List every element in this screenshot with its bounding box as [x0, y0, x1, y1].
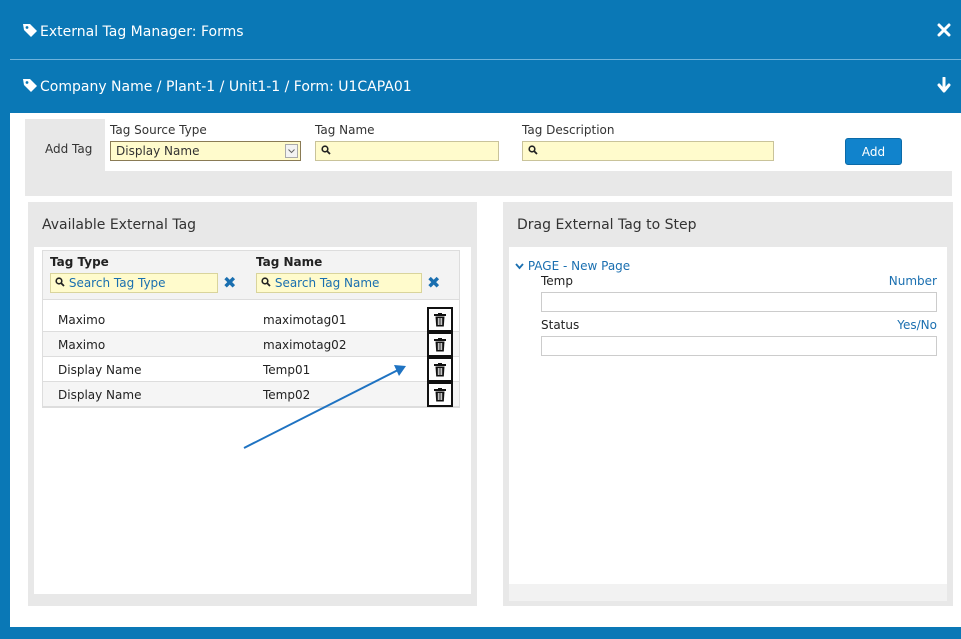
window-title: External Tag Manager: Forms — [40, 24, 244, 40]
step-type: Yes/No — [897, 318, 937, 332]
add-tag-row: Add Tag Tag Source Type Display Name Tag… — [25, 119, 952, 196]
available-tags-table: Tag Type Tag Name Search Tag Type ✖ Sear… — [42, 250, 460, 408]
source-type-label: Tag Source Type — [110, 123, 207, 137]
add-tag-form: Tag Source Type Display Name Tag Name Ta… — [105, 119, 952, 171]
available-tags-panel: Available External Tag Tag Type Tag Name… — [28, 202, 477, 606]
clear-filter-icon[interactable]: ✖ — [223, 273, 236, 292]
search-icon — [321, 144, 331, 158]
footer-bar — [10, 627, 961, 639]
tag-name-filter-placeholder: Search Tag Name — [274, 276, 380, 290]
tag-type-cell: Display Name — [58, 388, 142, 402]
tag-icon — [22, 22, 38, 42]
tag-type-cell: Display Name — [58, 363, 142, 377]
step-name: Temp — [541, 274, 573, 288]
breadcrumb-bar: Company Name / Plant-1 / Unit1-1 / Form:… — [10, 61, 961, 113]
step-name: Status — [541, 318, 580, 332]
source-type-value: Display Name — [116, 144, 200, 158]
step-drop-zone[interactable] — [541, 292, 937, 312]
table-row[interactable]: Display Name Temp02 — [43, 382, 459, 407]
tag-type-cell: Maximo — [58, 313, 106, 327]
tag-type-filter-placeholder: Search Tag Type — [68, 276, 166, 290]
search-icon — [261, 276, 271, 290]
clear-filter-icon[interactable]: ✖ — [427, 273, 440, 292]
add-button[interactable]: Add — [845, 138, 902, 165]
source-type-select[interactable]: Display Name — [110, 141, 301, 161]
table-row[interactable]: Maximo maximotag01 — [43, 307, 459, 332]
tag-name-cell: maximotag01 — [263, 313, 347, 327]
column-header-tag-name: Tag Name — [256, 255, 323, 269]
tag-name-cell: Temp01 — [263, 363, 311, 377]
trash-icon[interactable] — [427, 357, 453, 382]
table-row[interactable]: Display Name Temp01 — [43, 357, 459, 382]
tag-icon — [22, 77, 38, 97]
table-header: Tag Type Tag Name Search Tag Type ✖ Sear… — [43, 251, 459, 300]
tag-description-input[interactable] — [522, 141, 774, 161]
chevron-down-icon[interactable] — [515, 259, 524, 273]
trash-icon[interactable] — [427, 307, 453, 332]
panel-footer — [509, 584, 947, 601]
tag-type-filter-input[interactable]: Search Tag Type — [50, 273, 218, 293]
column-header-tag-type: Tag Type — [50, 255, 109, 269]
close-icon[interactable] — [937, 23, 951, 41]
table-row[interactable]: Maximo maximotag02 — [43, 332, 459, 357]
step-drop-zone[interactable] — [541, 336, 937, 356]
step-type: Number — [888, 274, 937, 288]
page-node[interactable]: PAGE - New Page — [515, 259, 630, 273]
tag-description-label: Tag Description — [522, 123, 615, 137]
panel-title: Available External Tag — [42, 217, 197, 233]
add-tag-label: Add Tag — [45, 142, 93, 156]
tag-name-input[interactable] — [315, 141, 499, 161]
trash-icon[interactable] — [427, 382, 453, 407]
tag-type-cell: Maximo — [58, 338, 106, 352]
divider — [10, 59, 961, 60]
main-content: Add Tag Tag Source Type Display Name Tag… — [10, 113, 961, 627]
title-bar: External Tag Manager: Forms — [10, 6, 961, 58]
page-label: PAGE - New Page — [527, 259, 631, 273]
tag-name-cell: maximotag02 — [263, 338, 347, 352]
chevron-down-icon[interactable] — [285, 144, 298, 158]
drag-to-step-panel: Drag External Tag to Step PAGE - New Pag… — [503, 202, 953, 606]
panel-title: Drag External Tag to Step — [517, 217, 697, 233]
trash-icon[interactable] — [427, 332, 453, 357]
available-tags-body: Tag Type Tag Name Search Tag Type ✖ Sear… — [34, 247, 471, 594]
tag-name-cell: Temp02 — [263, 388, 311, 402]
search-icon — [55, 276, 65, 290]
search-icon — [528, 144, 538, 158]
drag-to-step-body: PAGE - New Page Temp Number Status Yes/N… — [509, 247, 947, 584]
tag-name-filter-input[interactable]: Search Tag Name — [256, 273, 422, 293]
arrow-down-icon[interactable] — [937, 76, 951, 97]
tag-name-label: Tag Name — [315, 123, 375, 137]
breadcrumb: Company Name / Plant-1 / Unit1-1 / Form:… — [40, 79, 412, 95]
